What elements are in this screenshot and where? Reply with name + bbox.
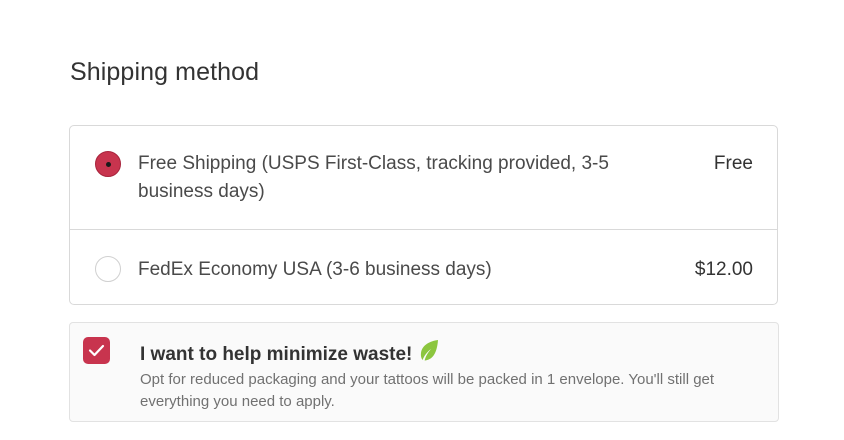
section-title: Shipping method [70, 58, 260, 86]
radio-dot [106, 162, 111, 167]
shipping-option-label: FedEx Economy USA (3-6 business days) [138, 259, 492, 280]
shipping-option-free[interactable]: Free Shipping (USPS First-Class, trackin… [70, 126, 777, 230]
shipping-page: Shipping method Free Shipping (USPS Firs… [0, 0, 844, 440]
shipping-option-price: $12.00 [694, 259, 753, 280]
shipping-option-fedex[interactable]: FedEx Economy USA (3-6 business days) $1… [70, 230, 777, 305]
shipping-option-label: Free Shipping (USPS First-Class, trackin… [138, 153, 609, 202]
leaf-icon [421, 340, 439, 361]
checkmark-icon [88, 344, 105, 357]
shipping-methods-list: Free Shipping (USPS First-Class, trackin… [69, 125, 778, 305]
radio-button-selected[interactable] [95, 151, 121, 177]
minimize-waste-description: Opt for reduced packaging and your tatto… [140, 371, 715, 410]
radio-button-unselected[interactable] [95, 256, 121, 282]
minimize-waste-title-text: I want to help minimize waste! [140, 344, 413, 365]
minimize-waste-panel: I want to help minimize waste! Opt for r… [69, 322, 779, 422]
minimize-waste-title: I want to help minimize waste! [140, 339, 440, 367]
shipping-option-price: Free [713, 153, 753, 174]
minimize-waste-checkbox[interactable] [83, 337, 110, 364]
